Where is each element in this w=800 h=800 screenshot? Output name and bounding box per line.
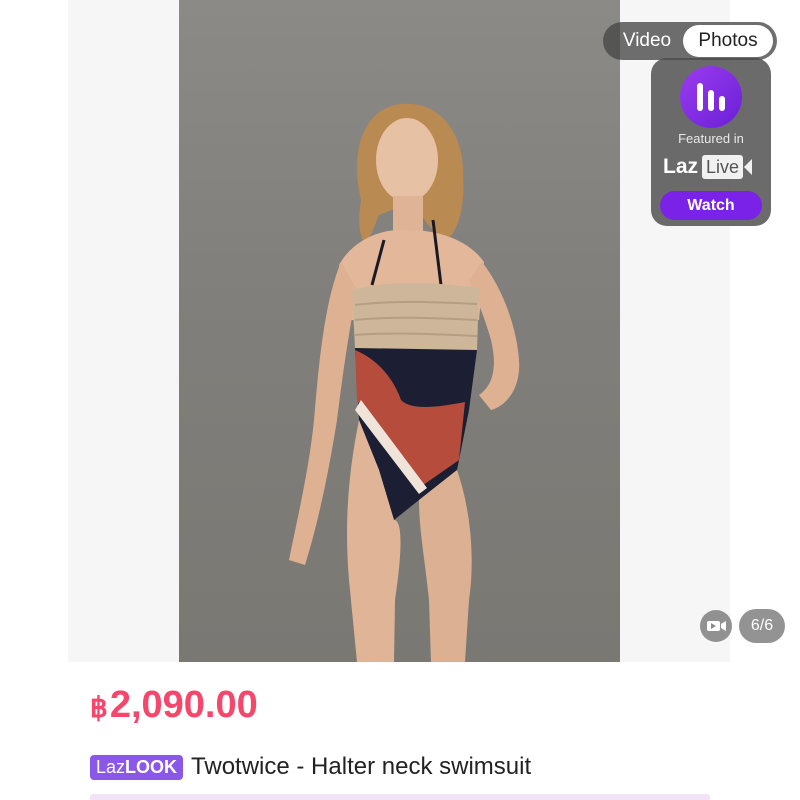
photo-counter: 6/6 — [739, 609, 785, 643]
badge-look-text: LOOK — [125, 756, 178, 777]
price-value: 2,090.00 — [109, 684, 258, 726]
camera-tip-icon — [744, 159, 753, 175]
video-tab[interactable]: Video — [609, 25, 685, 57]
product-page: Video Photos Featured in Laz Live Watch — [0, 0, 800, 800]
product-price: ฿ 2,090.00 — [90, 684, 258, 727]
swimsuit-model-image — [289, 103, 520, 662]
photos-tab[interactable]: Photos — [683, 25, 773, 57]
lazlook-badge: LazLOOK — [90, 754, 184, 780]
watch-button[interactable]: Watch — [660, 191, 762, 220]
product-title-row: LazLOOK Twotwice - Halter neck swimsuit — [90, 752, 531, 782]
product-photo[interactable] — [179, 0, 620, 662]
product-gallery[interactable]: Video Photos Featured in Laz Live Watch — [68, 0, 785, 662]
lazlive-logo-icon[interactable] — [680, 66, 742, 128]
promo-banner-edge — [90, 794, 710, 800]
featured-in-label: Featured in — [678, 131, 744, 146]
video-camera-icon[interactable] — [700, 610, 732, 642]
lazlive-brand: Laz Live — [663, 154, 753, 180]
brand-laz-text: Laz — [663, 155, 699, 178]
lazlive-card[interactable]: Featured in Laz Live Watch — [651, 58, 771, 226]
badge-laz-text: Laz — [96, 756, 126, 777]
currency-symbol: ฿ — [90, 692, 108, 723]
product-title: Twotwice - Halter neck swimsuit — [191, 753, 532, 780]
media-toggle[interactable]: Video Photos — [603, 22, 777, 60]
brand-live-text: Live — [702, 155, 744, 179]
